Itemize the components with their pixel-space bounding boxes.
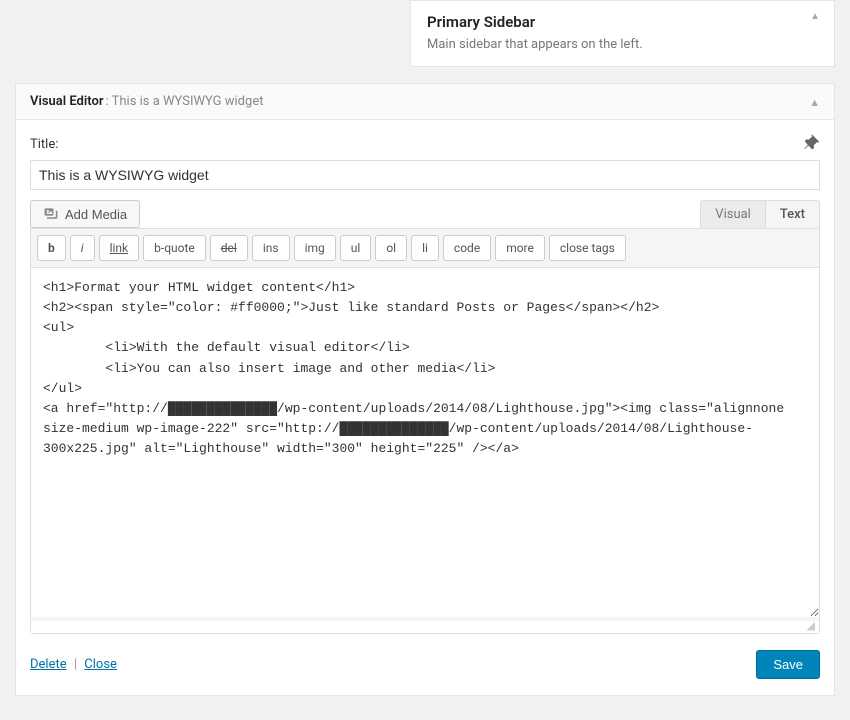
more-button[interactable]: more bbox=[495, 235, 545, 261]
footer-links: Delete | Close bbox=[30, 657, 117, 672]
title-label: Title: bbox=[30, 137, 58, 152]
close-link[interactable]: Close bbox=[84, 657, 117, 672]
link-button[interactable]: link bbox=[99, 235, 140, 261]
resize-grip-icon[interactable]: ◢ bbox=[31, 621, 819, 633]
add-media-button[interactable]: Add Media bbox=[30, 200, 140, 228]
del-button[interactable]: del bbox=[210, 235, 248, 261]
add-media-label: Add Media bbox=[65, 207, 127, 222]
editor-mode-tabs: Visual Text bbox=[700, 200, 820, 228]
save-button[interactable]: Save bbox=[756, 650, 820, 679]
pin-icon[interactable] bbox=[804, 134, 820, 154]
separator: | bbox=[74, 657, 77, 672]
widget-header[interactable]: Visual Editor : This is a WYSIWYG widget… bbox=[16, 84, 834, 120]
content-textarea[interactable] bbox=[31, 267, 819, 617]
sidebar-title: Primary Sidebar bbox=[427, 13, 818, 31]
widget-body: Title: Add Media Visual Text b i link bbox=[16, 120, 834, 695]
format-toolbar: b i link b-quote del ins img ul ol li co… bbox=[31, 229, 819, 267]
ol-button[interactable]: ol bbox=[375, 235, 407, 261]
title-input[interactable] bbox=[30, 160, 820, 190]
media-icon bbox=[43, 206, 59, 222]
italic-button[interactable]: i bbox=[70, 235, 95, 261]
ul-button[interactable]: ul bbox=[340, 235, 372, 261]
close-tags-button[interactable]: close tags bbox=[549, 235, 626, 261]
img-button[interactable]: img bbox=[294, 235, 336, 261]
visual-editor-widget: Visual Editor : This is a WYSIWYG widget… bbox=[15, 83, 835, 696]
caret-up-icon: ▲ bbox=[810, 11, 820, 22]
bold-button[interactable]: b bbox=[37, 235, 66, 261]
delete-link[interactable]: Delete bbox=[30, 657, 67, 672]
code-button[interactable]: code bbox=[443, 235, 491, 261]
primary-sidebar-panel[interactable]: ▲ Primary Sidebar Main sidebar that appe… bbox=[410, 0, 835, 67]
sidebar-description: Main sidebar that appears on the left. bbox=[427, 37, 818, 52]
blockquote-button[interactable]: b-quote bbox=[143, 235, 206, 261]
widget-header-prefix: Visual Editor bbox=[30, 94, 104, 109]
li-button[interactable]: li bbox=[411, 235, 439, 261]
ins-button[interactable]: ins bbox=[252, 235, 290, 261]
tab-text[interactable]: Text bbox=[765, 201, 819, 228]
widget-header-name: : This is a WYSIWYG widget bbox=[106, 94, 264, 109]
editor-wrap: b i link b-quote del ins img ul ol li co… bbox=[30, 228, 820, 634]
caret-up-icon: ▲ bbox=[809, 96, 820, 109]
tab-visual[interactable]: Visual bbox=[701, 201, 765, 228]
